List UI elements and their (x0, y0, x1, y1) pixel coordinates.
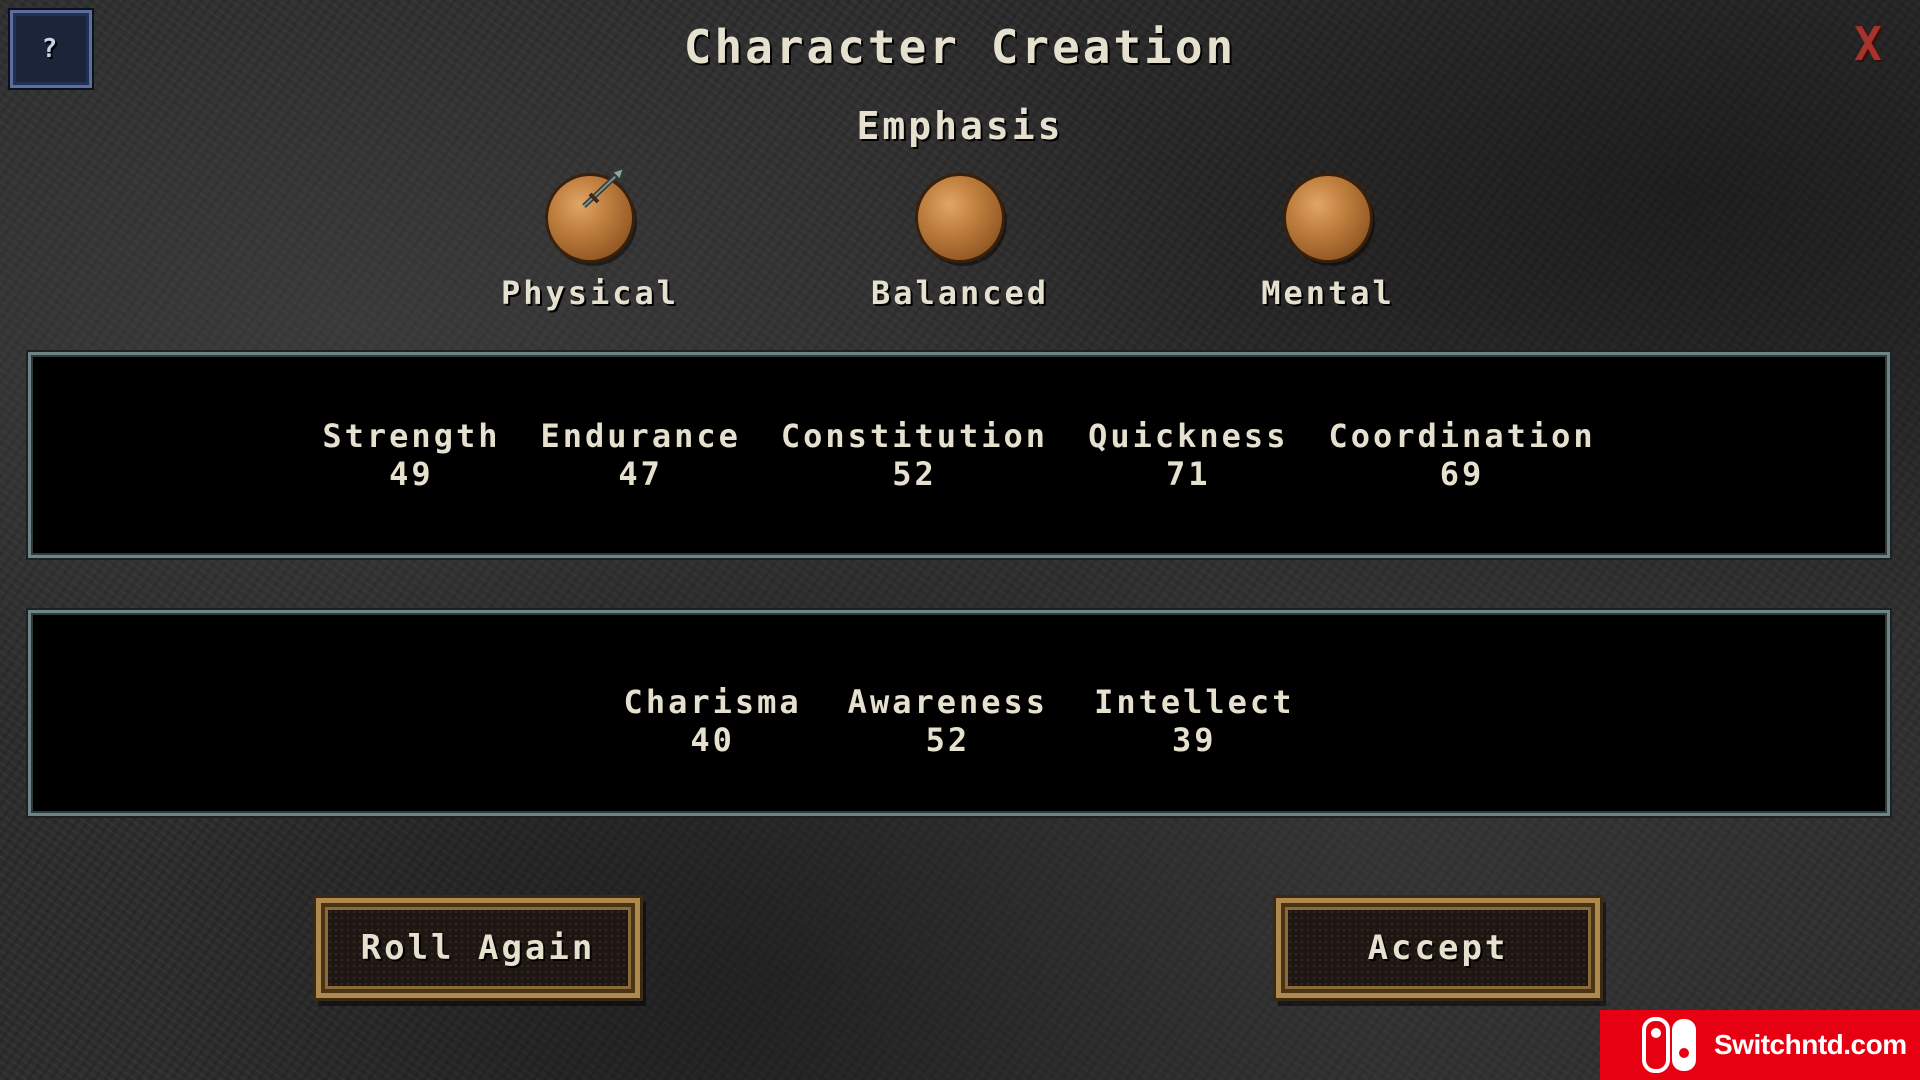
stat-coordination: Coordination 69 (1328, 417, 1595, 493)
stat-quickness: Quickness 71 (1088, 417, 1288, 493)
physical-stats-panel: Strength 49 Endurance 47 Constitution 52… (28, 352, 1890, 558)
accept-label: Accept (1367, 928, 1509, 968)
physical-orb-icon (548, 168, 632, 260)
emphasis-option-mental[interactable]: Mental (1208, 170, 1448, 312)
emphasis-heading: Emphasis (856, 104, 1064, 148)
stat-value: 52 (892, 455, 937, 493)
roll-again-label: Roll Again (360, 928, 596, 968)
stat-name: Quickness (1088, 417, 1289, 455)
selected-indicator-icon (582, 168, 626, 208)
stat-name: Endurance (540, 417, 741, 455)
stat-strength: Strength 49 (322, 417, 500, 493)
mental-stats-panel: Charisma 40 Awareness 52 Intellect 39 (28, 610, 1890, 816)
roll-again-button[interactable]: Roll Again (316, 898, 640, 998)
physical-stats-row: Strength 49 Endurance 47 Constitution 52… (31, 417, 1887, 493)
accept-button[interactable]: Accept (1276, 898, 1600, 998)
watermark-text: Switchntd.com (1714, 1029, 1907, 1060)
stat-name: Strength (322, 417, 501, 455)
stat-value: 71 (1165, 455, 1211, 493)
emphasis-option-label: Balanced (870, 274, 1050, 312)
emphasis-option-physical[interactable]: Physical (470, 168, 710, 312)
stat-name: Constitution (780, 417, 1049, 455)
stat-name: Intellect (1094, 683, 1295, 721)
watermark-banner: Switchntd.com (1600, 1010, 1920, 1080)
stat-value: 52 (925, 721, 971, 759)
stat-value: 40 (690, 721, 735, 759)
balanced-orb-icon (918, 176, 1002, 260)
close-icon[interactable]: X (1848, 21, 1888, 67)
emphasis-option-label: Mental (1261, 274, 1395, 312)
stat-value: 39 (1171, 721, 1217, 759)
stat-awareness: Awareness 52 (848, 683, 1048, 759)
emphasis-option-label: Physical (500, 274, 680, 312)
stat-name: Charisma (623, 683, 802, 721)
switch-logo-icon (1642, 1017, 1700, 1073)
stat-name: Coordination (1328, 417, 1596, 455)
stat-charisma: Charisma 40 (624, 683, 802, 759)
page-title: Character Creation (683, 20, 1237, 74)
stat-endurance: Endurance 47 (540, 417, 740, 493)
mental-orb-icon (1286, 176, 1370, 260)
mental-stats-row: Charisma 40 Awareness 52 Intellect 39 (31, 683, 1887, 759)
stat-value: 47 (618, 455, 663, 493)
stat-constitution: Constitution 52 (781, 417, 1048, 493)
stat-value: 69 (1439, 455, 1485, 493)
stat-name: Awareness (847, 683, 1049, 721)
stat-intellect: Intellect 39 (1094, 683, 1294, 759)
emphasis-option-balanced[interactable]: Balanced (840, 170, 1080, 312)
stat-value: 49 (389, 455, 434, 493)
